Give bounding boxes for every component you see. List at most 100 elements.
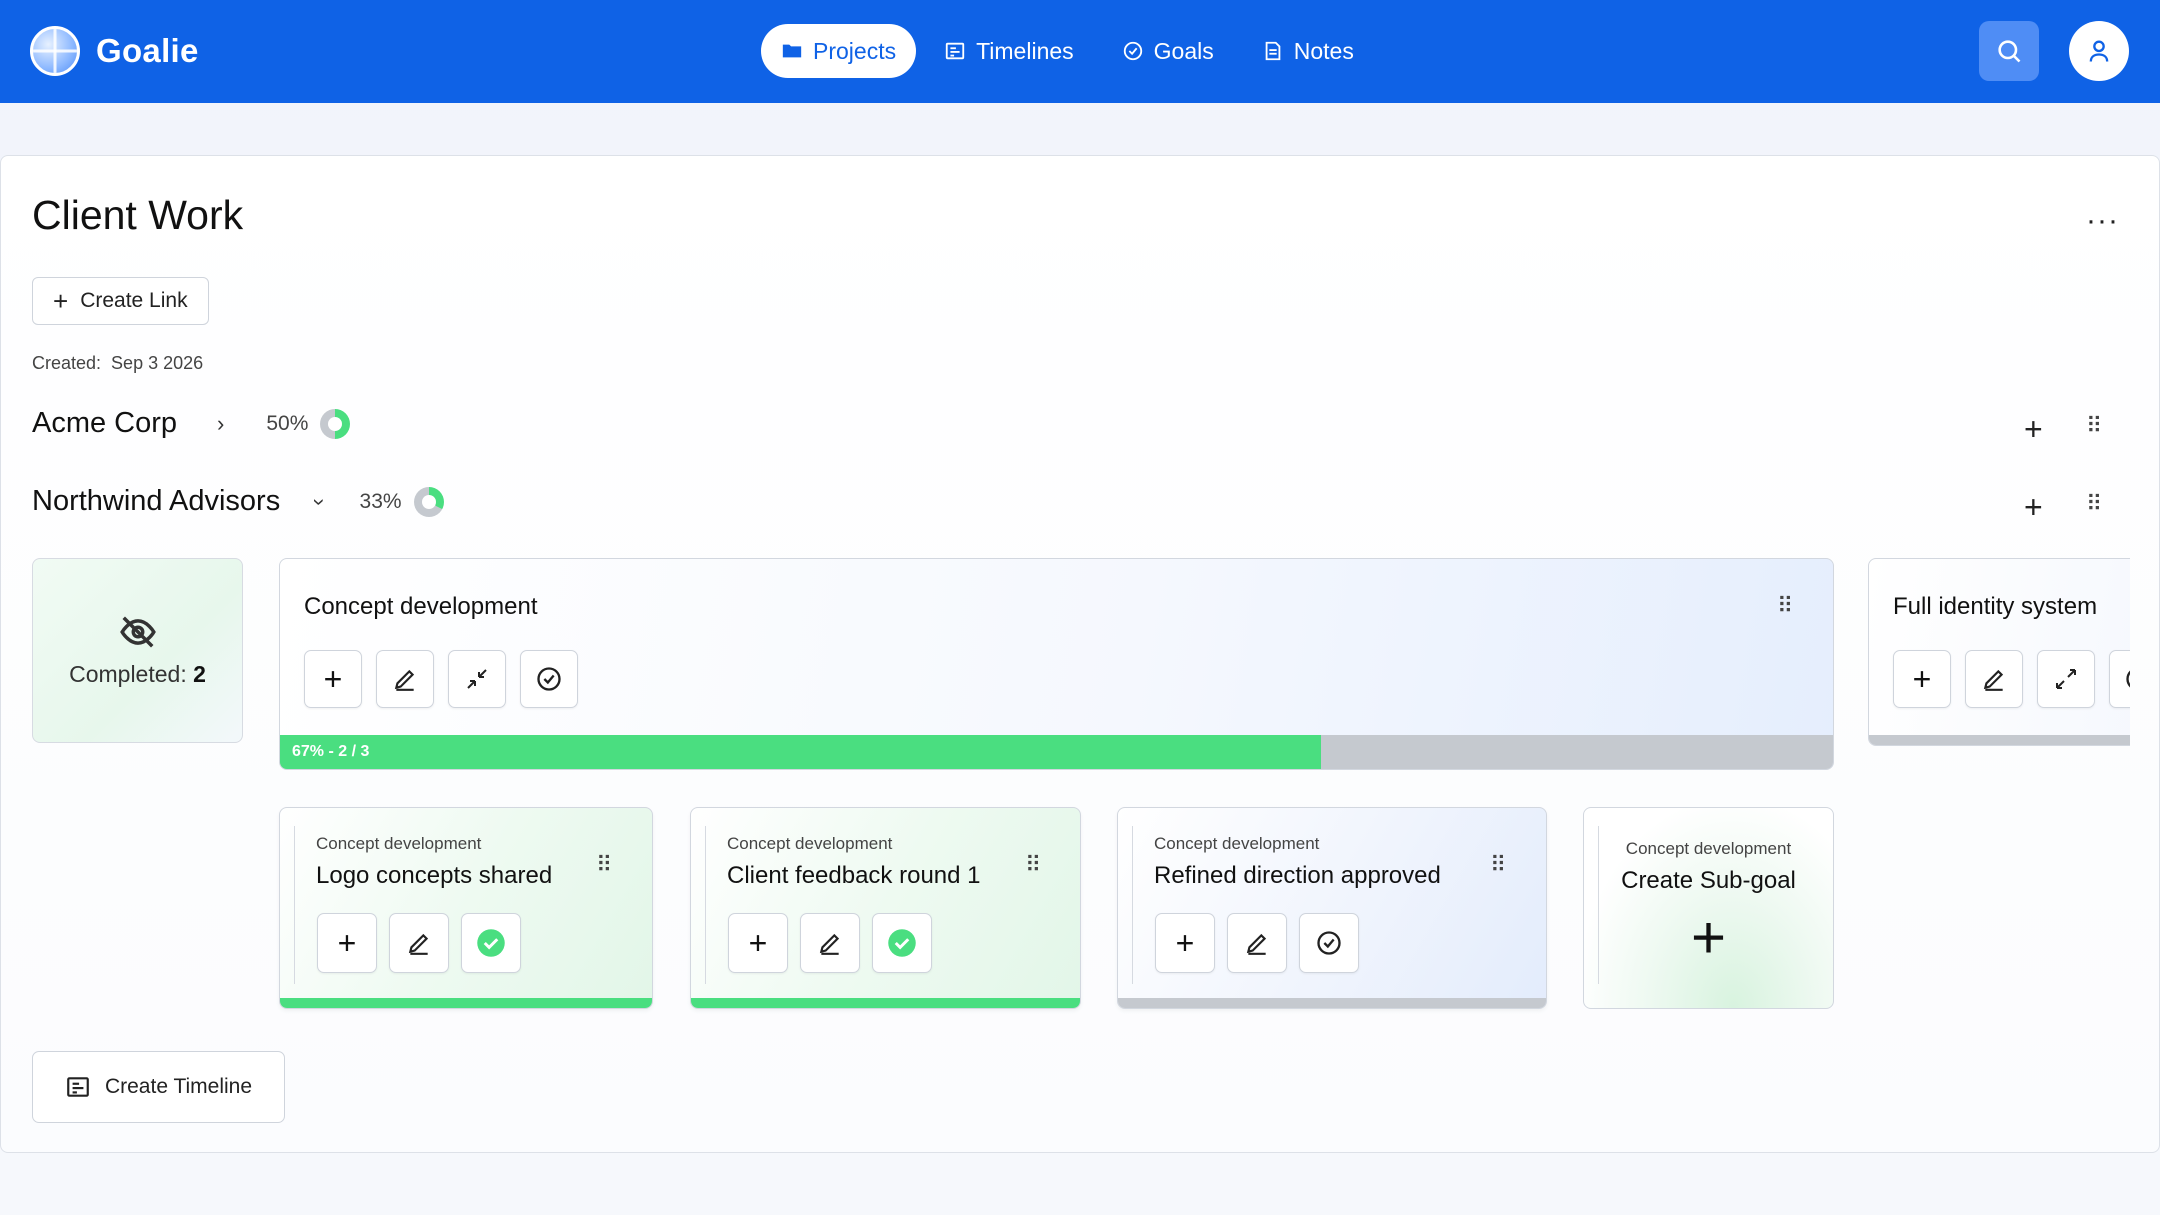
goal-card[interactable]: Full identity system + [1868, 558, 2130, 746]
brand-name: Goalie [96, 32, 199, 69]
nav-projects-label: Projects [813, 37, 897, 64]
subgoal-card[interactable]: Concept development Client feedback roun… [690, 807, 1081, 1009]
chevron-right-icon[interactable]: › [217, 411, 224, 437]
created-info: Created: Sep 3 2026 [32, 353, 203, 374]
complete-goal-button[interactable] [520, 650, 578, 708]
timeline-percent: 33% [359, 489, 402, 513]
create-timeline-button[interactable]: Create Timeline [32, 1051, 285, 1123]
edit-subgoal-button[interactable] [800, 913, 860, 973]
plus-icon: + [53, 286, 69, 316]
pencil-icon [1246, 933, 1267, 955]
goal-progress-bar [1869, 735, 2130, 745]
drag-handle-icon[interactable]: ⠿ [2086, 413, 2102, 439]
completed-goals-card[interactable]: Completed: 2 [32, 558, 243, 743]
edit-goal-button[interactable] [376, 650, 434, 708]
pencil-icon [1983, 669, 2004, 691]
pencil-icon [819, 933, 840, 955]
subgoal-progress-bar [280, 998, 652, 1008]
edit-subgoal-button[interactable] [1227, 913, 1287, 973]
completed-label: Completed: 2 [69, 661, 206, 687]
progress-pie-icon [320, 408, 351, 439]
complete-subgoal-button[interactable] [1299, 913, 1359, 973]
top-bar: Goalie Projects Timelines Goals Notes [0, 0, 2160, 103]
plus-icon: + [1912, 661, 1932, 697]
nav-projects[interactable]: Projects [761, 24, 917, 78]
check-done-icon [477, 929, 505, 957]
timeline-name[interactable]: Acme Corp [32, 407, 177, 440]
plus-icon: + [1175, 925, 1195, 961]
drag-handle-icon[interactable]: ⠿ [1490, 852, 1506, 878]
nav-goals[interactable]: Goals [1102, 24, 1234, 78]
expand-button[interactable] [2037, 650, 2095, 708]
timeline-icon [67, 1077, 89, 1097]
nav-timelines[interactable]: Timelines [924, 24, 1094, 78]
user-button[interactable] [2069, 21, 2129, 81]
goalie-logo-icon [30, 26, 80, 76]
drag-handle-icon[interactable]: ⠿ [1025, 852, 1041, 878]
plus-icon: + [323, 661, 343, 697]
divider [1132, 826, 1133, 984]
subgoal-parent: Concept development [1625, 839, 1792, 858]
goal-progress-fill [280, 735, 1321, 769]
add-subgoal-button[interactable]: + [1155, 913, 1215, 973]
timeline-icon [945, 42, 965, 60]
check-circle-icon [1317, 931, 1341, 955]
check-circle-icon [537, 667, 561, 691]
subgoal-parent: Concept development [1154, 834, 1320, 853]
plus-icon: + [337, 925, 357, 961]
add-goal-button[interactable]: + [2024, 489, 2043, 526]
nav-notes-label: Notes [1293, 37, 1354, 64]
timeline-percent: 50% [266, 411, 309, 435]
subgoal-parent: Concept development [316, 834, 482, 853]
nav-goals-label: Goals [1153, 37, 1214, 64]
expand-icon [2056, 669, 2076, 689]
collapse-button[interactable] [448, 650, 506, 708]
brand[interactable]: Goalie [30, 26, 199, 76]
subgoal-title: Client feedback round 1 [727, 862, 981, 889]
create-subgoal-card[interactable]: Concept development Create Sub-goal + [1583, 807, 1834, 1009]
subgoal-title: Refined direction approved [1154, 862, 1441, 889]
chevron-down-icon[interactable]: › [307, 498, 333, 505]
drag-handle-icon[interactable]: ⠿ [2086, 491, 2102, 517]
complete-subgoal-button[interactable] [872, 913, 932, 973]
goal-card-clip: Full identity system + [1868, 558, 2130, 758]
search-icon [1998, 40, 2021, 63]
goal-progress-bar: 67% - 2 / 3 [280, 735, 1833, 769]
plus-icon: + [1690, 904, 1727, 971]
subgoal-card[interactable]: Concept development Logo concepts shared… [279, 807, 653, 1009]
timeline-row-acme: Acme Corp › 50% [32, 407, 351, 440]
edit-subgoal-button[interactable] [389, 913, 449, 973]
goal-card[interactable]: Concept development ⠿ + 67% - 2 / 3 [279, 558, 1834, 770]
create-link-button[interactable]: + Create Link [32, 277, 209, 325]
project-panel: Client Work ··· + Create Link Created: Se… [0, 155, 2160, 1153]
subgoal-parent: Concept development [727, 834, 893, 853]
goal-title: Full identity system [1893, 593, 2098, 620]
goal-title: Concept development [304, 593, 538, 620]
timeline-row-northwind: Northwind Advisors › 33% [32, 485, 444, 518]
nav-notes[interactable]: Notes [1242, 24, 1374, 78]
collapse-icon [467, 669, 487, 689]
search-button[interactable] [1979, 21, 2039, 81]
progress-pie-icon [413, 486, 444, 517]
add-subgoal-button[interactable]: + [304, 650, 362, 708]
add-subgoal-button[interactable]: + [317, 913, 377, 973]
create-subgoal-label: Create Sub-goal [1621, 867, 1796, 894]
create-timeline-label: Create Timeline [104, 1075, 253, 1098]
add-goal-button[interactable]: + [2024, 411, 2043, 448]
edit-goal-button[interactable] [1965, 650, 2023, 708]
complete-goal-button[interactable] [2109, 650, 2130, 708]
subgoal-card[interactable]: Concept development Refined direction ap… [1117, 807, 1547, 1009]
timeline-name[interactable]: Northwind Advisors [32, 485, 280, 518]
subgoal-title: Logo concepts shared [316, 862, 553, 889]
note-icon [1265, 41, 1281, 61]
create-link-label: Create Link [80, 289, 188, 312]
add-subgoal-button[interactable]: + [1893, 650, 1951, 708]
add-subgoal-button[interactable]: + [728, 913, 788, 973]
drag-handle-icon[interactable]: ⠿ [1777, 593, 1793, 619]
page-title: Client Work [32, 192, 244, 238]
more-options-button[interactable]: ··· [2086, 204, 2119, 238]
main-nav: Projects Timelines Goals Notes [761, 24, 1374, 78]
complete-subgoal-button[interactable] [461, 913, 521, 973]
created-date: Sep 3 2026 [111, 353, 204, 373]
drag-handle-icon[interactable]: ⠿ [596, 852, 612, 878]
